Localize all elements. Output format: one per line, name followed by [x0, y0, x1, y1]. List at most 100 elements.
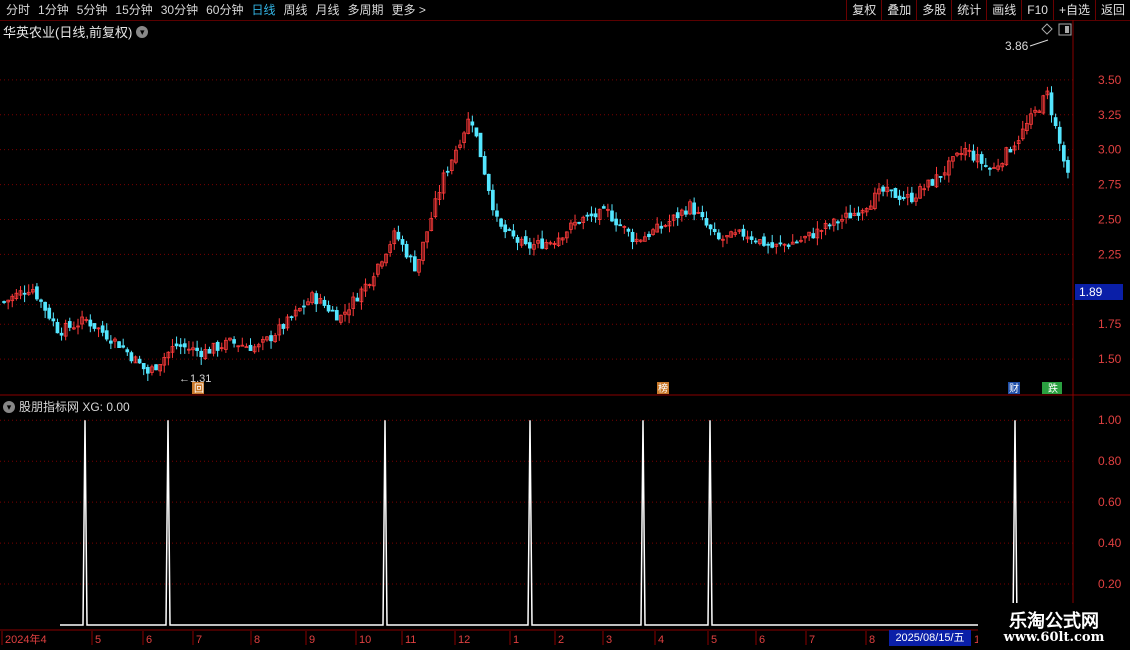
- candle-body: [371, 276, 376, 287]
- period-tab-1[interactable]: 1分钟: [34, 0, 73, 20]
- period-tab-5[interactable]: 60分钟: [202, 0, 247, 20]
- candle-body: [725, 235, 729, 238]
- stock-title[interactable]: 华英农业(日线,前复权) ▾: [3, 22, 149, 41]
- candle-body: [959, 153, 963, 155]
- candle-body: [638, 239, 643, 242]
- candle-body: [795, 241, 799, 244]
- period-tab-9[interactable]: 多周期: [344, 0, 388, 20]
- indicator-tick-label: 0.20: [1098, 577, 1122, 591]
- candle-body: [597, 208, 602, 220]
- candle-body: [540, 238, 544, 249]
- period-tab-6[interactable]: 日线: [247, 0, 279, 20]
- candle-body: [951, 156, 955, 162]
- candle-body: [564, 231, 569, 239]
- period-tab-3[interactable]: 15分钟: [111, 0, 156, 20]
- period-tab-8[interactable]: 月线: [312, 0, 344, 20]
- toolbar-button-7[interactable]: 返回: [1094, 0, 1130, 20]
- period-tab-4[interactable]: 30分钟: [157, 0, 202, 20]
- candle-body: [92, 323, 97, 329]
- candle-body: [145, 367, 150, 374]
- candle-body: [922, 188, 927, 191]
- toolbar-button-4[interactable]: 画线: [986, 0, 1021, 20]
- candle-body: [634, 238, 639, 242]
- candle-body: [511, 230, 516, 237]
- candle-body: [207, 348, 212, 354]
- chevron-down-icon[interactable]: ▾: [136, 25, 149, 38]
- toolbar-button-3[interactable]: 统计: [951, 0, 986, 20]
- indicator-signals: [60, 420, 1068, 626]
- candle-body: [404, 243, 409, 258]
- panel-toggle-icon[interactable]: [1058, 23, 1072, 36]
- candle-body: [6, 299, 10, 303]
- time-label: 3: [606, 634, 612, 646]
- candle-body: [486, 173, 491, 192]
- toolbar-button-2[interactable]: 多股: [916, 0, 951, 20]
- chevron-down-icon[interactable]: ▾: [3, 400, 15, 413]
- candle-body: [269, 335, 273, 342]
- candle-body: [651, 229, 655, 235]
- period-tab-10[interactable]: 更多 >: [388, 0, 430, 20]
- candle-body: [786, 244, 791, 247]
- svg-text:财: 财: [1009, 382, 1019, 395]
- candle-body: [166, 351, 171, 359]
- candle-body: [224, 339, 228, 350]
- time-label: 2: [558, 634, 564, 646]
- candle-body: [458, 144, 462, 148]
- badge-die[interactable]: 跌: [1042, 382, 1062, 395]
- candle-body: [104, 330, 109, 340]
- candle-body: [942, 172, 947, 176]
- candle-body: [905, 194, 910, 198]
- badge-hui[interactable]: 回: [192, 382, 204, 395]
- price-ticks: 3.50 3.25 3.00 2.75 2.50 2.25 1.75 1.50: [1098, 73, 1122, 366]
- diamond-icon[interactable]: [1041, 23, 1053, 35]
- badge-cai[interactable]: 财: [1008, 382, 1020, 395]
- toolbar-button-1[interactable]: 叠加: [881, 0, 916, 20]
- candle-body: [30, 289, 35, 293]
- candle-body: [396, 231, 401, 240]
- candle-body: [199, 350, 204, 358]
- candle-body: [47, 307, 52, 319]
- time-label: 2024年4: [5, 632, 47, 646]
- toolbar-button-5[interactable]: F10: [1021, 0, 1053, 20]
- candle-body: [601, 206, 606, 209]
- indicator-title-text: 股朋指标网 XG: 0.00: [19, 400, 130, 414]
- candle-body: [688, 201, 692, 215]
- candle-body: [799, 239, 803, 242]
- watermark-url: www.60lt.com: [1003, 630, 1105, 645]
- kline-chart[interactable]: 3.50 3.25 3.00 2.75 2.50 2.25 1.75 1.50 1.00 0.8…: [0, 0, 1130, 650]
- badge-bang[interactable]: 榜: [657, 382, 669, 395]
- candle-body: [536, 240, 540, 244]
- candle-body: [955, 152, 959, 156]
- candle-body: [614, 218, 618, 226]
- period-tab-7[interactable]: 周线: [279, 0, 311, 20]
- toolbar-button-6[interactable]: +自选: [1052, 0, 1095, 20]
- period-tab-2[interactable]: 5分钟: [73, 0, 112, 20]
- candle-body: [831, 218, 836, 226]
- candle-body: [449, 159, 454, 171]
- candle-body: [778, 242, 783, 245]
- toolbar-button-0[interactable]: 复权: [846, 0, 881, 20]
- time-label: 8: [254, 634, 260, 646]
- candle-body: [532, 244, 536, 250]
- candle-body: [741, 228, 746, 237]
- xg-signal-line: [60, 420, 1068, 626]
- price-tick-label: 1.50: [1098, 352, 1122, 366]
- candle-body: [454, 149, 458, 163]
- candle-body: [844, 212, 848, 218]
- candle-body: [671, 214, 676, 221]
- candle-body: [729, 231, 733, 238]
- candle-body: [265, 336, 269, 341]
- candle-body: [696, 212, 701, 214]
- candle-body: [388, 244, 393, 253]
- candle-body: [425, 231, 429, 243]
- indicator-title[interactable]: ▾ 股朋指标网 XG: 0.00: [3, 398, 130, 415]
- candle-body: [285, 316, 290, 329]
- candle-body: [1037, 110, 1042, 113]
- candle-body: [1041, 95, 1046, 114]
- candle-body: [893, 188, 898, 199]
- candle-body: [938, 176, 943, 178]
- period-tab-0[interactable]: 分时: [2, 0, 34, 20]
- candle-body: [852, 212, 857, 217]
- candle-body: [901, 196, 906, 199]
- price-tick-label: 1.75: [1098, 317, 1122, 331]
